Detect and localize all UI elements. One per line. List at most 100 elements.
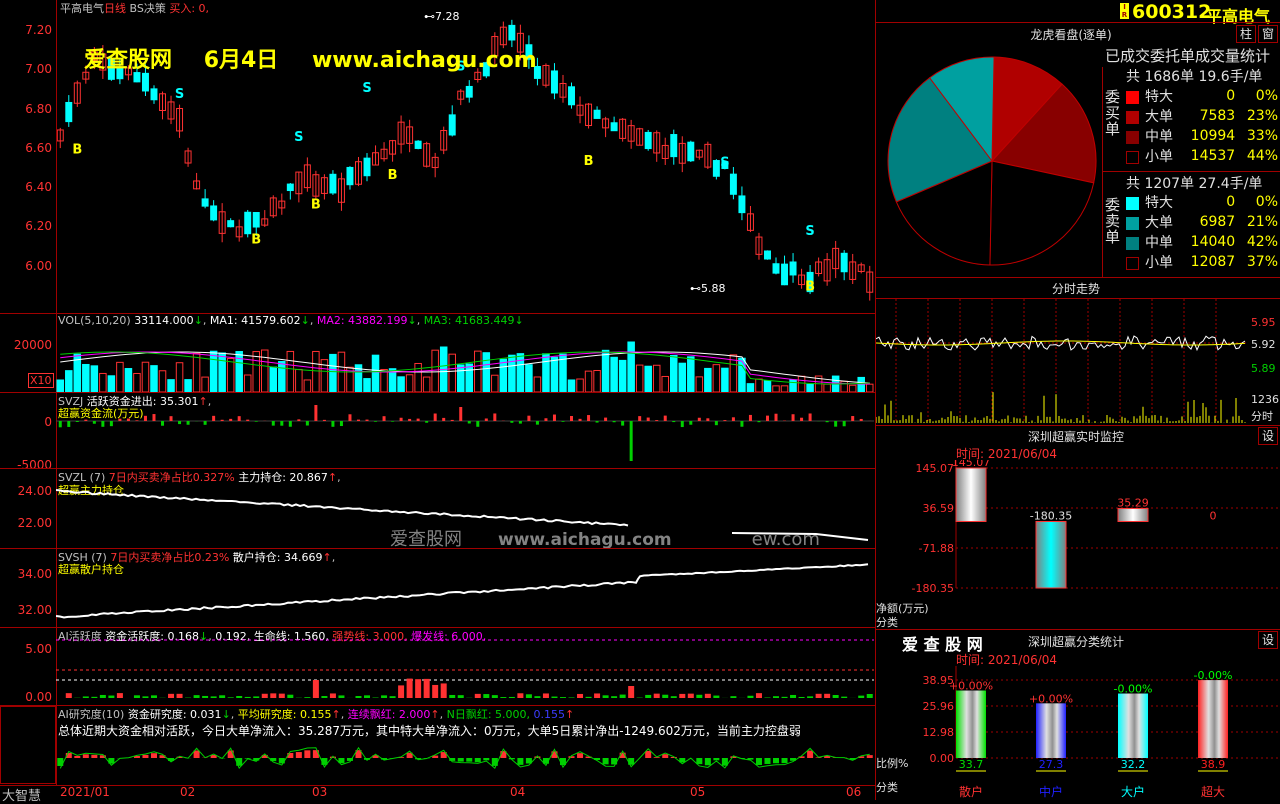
monitor-settings-button[interactable]: 设 xyxy=(1258,427,1278,445)
activity-bar xyxy=(441,683,447,698)
monitor-y-tick: -71.88 xyxy=(919,542,954,555)
ai-active-tick: 5.00 xyxy=(0,642,52,656)
realtime-monitor-panel[interactable]: 深圳超赢实时监控 设 时间: 2021/06/04 145.0736.59-71… xyxy=(876,426,1280,629)
activity-bar xyxy=(628,686,634,698)
activity-bar xyxy=(66,693,72,698)
intraday-title: 分时走势 xyxy=(976,280,1176,297)
research-side-box xyxy=(0,706,56,784)
activity-bar xyxy=(287,695,293,698)
monitor-value: 0 xyxy=(1210,509,1217,522)
monitor-value: -180.35 xyxy=(1030,509,1072,522)
volume-bar xyxy=(790,380,797,392)
activity-bar xyxy=(134,695,140,698)
stats-pct: 37% xyxy=(1237,252,1280,272)
volume-bar xyxy=(142,362,149,392)
volume-bar xyxy=(270,367,277,392)
date-tick: 04 xyxy=(510,785,525,799)
classify-y-tick: 25.96 xyxy=(923,700,955,713)
candle-body xyxy=(713,161,719,177)
research-bar xyxy=(296,752,302,758)
research-bar xyxy=(304,750,310,758)
flow-bar xyxy=(493,413,496,421)
flow-bar xyxy=(127,419,130,421)
activity-bar xyxy=(330,693,336,698)
flow-bar xyxy=(135,420,138,421)
classify-category: 中户 xyxy=(1039,784,1063,799)
volume-bar xyxy=(628,342,635,392)
activity-bar xyxy=(398,685,404,698)
classify-change: +0.00% xyxy=(949,680,993,693)
flow-bar xyxy=(698,418,701,421)
activity-bar xyxy=(756,693,762,698)
volume-bar xyxy=(432,350,439,392)
flow-bar xyxy=(706,418,709,421)
svsh-panel[interactable]: SVSH (7) 7日内买卖净占比0.23% 散户持仓: 34.669↑, 超赢… xyxy=(0,549,875,627)
volume-panel[interactable]: VOL(5,10,20) 33114.000↓, MA1: 41579.602↓… xyxy=(0,314,875,392)
flow-bar xyxy=(229,419,232,421)
classify-settings-button[interactable]: 设 xyxy=(1258,631,1278,649)
activity-bar xyxy=(168,694,174,698)
monitor-bar xyxy=(1036,521,1066,588)
flow-bar xyxy=(544,418,547,421)
volume-bar xyxy=(577,379,584,392)
classify-value: 38.9 xyxy=(1201,758,1226,771)
classify-value: 33.7 xyxy=(959,758,984,771)
flow-bar xyxy=(579,419,582,421)
activity-bar xyxy=(338,695,344,698)
flow-bar xyxy=(366,420,369,421)
svzl-panel[interactable]: SVZL (7) 7日内买卖净占比0.327% 主力持仓: 20.867↑, 超… xyxy=(0,469,875,548)
flow-bar xyxy=(740,421,743,427)
research-bar xyxy=(151,753,157,758)
classify-panel[interactable]: 爱 查 股 网 深圳超赢分类统计 设 时间: 2021/06/04 38.952… xyxy=(876,630,1280,800)
activity-bar xyxy=(747,696,753,698)
window-view-button[interactable]: 窗 xyxy=(1258,25,1278,43)
stats-count: 0 xyxy=(1175,86,1237,106)
main-kline-panel[interactable]: 平高电气日线 BS决策 买入: 0, 7.20 7.00 6.80 6.60 6… xyxy=(0,0,875,313)
flow-bar xyxy=(246,420,249,421)
volume-bar xyxy=(568,380,575,392)
dragon-tiger-panel[interactable]: 龙虎看盘(逐单) 柱 窗 已成交委托单成交量统计 委买单 共 1686单 19.… xyxy=(876,23,1280,277)
flow-bar xyxy=(766,416,769,421)
activity-bar xyxy=(177,694,183,698)
y-tick: 7.00 xyxy=(0,62,52,76)
volume-bar xyxy=(296,369,303,392)
activity-bar xyxy=(355,696,361,698)
intraday-panel[interactable]: 分时走势 5.95 5.92 5.89 1236 分时 xyxy=(876,278,1280,425)
volume-bar xyxy=(824,384,831,392)
activity-bar xyxy=(594,693,600,698)
flow-bar xyxy=(425,421,428,423)
flow-bar xyxy=(485,418,488,421)
svzj-panel[interactable]: SVZJ 活跃资金进出: 35.301↑, 超赢资金流(万元) 0 -5000 xyxy=(0,393,875,468)
activity-bar xyxy=(773,696,779,698)
candle-body xyxy=(466,86,472,97)
activity-bar xyxy=(262,694,268,698)
volume-bar xyxy=(83,364,90,392)
stats-name-cell: 中单 xyxy=(1124,126,1175,146)
intraday-tick: 5.95 xyxy=(1251,316,1276,329)
flow-bar xyxy=(331,421,334,427)
research-bar xyxy=(475,758,481,762)
watermark-url: www.aichagu.com xyxy=(312,48,537,73)
flow-bar xyxy=(187,421,190,425)
activity-bar xyxy=(202,696,208,698)
ai-activity-panel[interactable]: AI活跃度 资金活跃度: 0.168↓, 0.192, 生命线: 1.560, … xyxy=(0,628,875,705)
flow-bar xyxy=(374,421,377,422)
activity-bar xyxy=(688,694,694,698)
volume-bar xyxy=(611,357,618,392)
flow-bar xyxy=(570,416,573,421)
monitor-bar xyxy=(1118,508,1148,521)
legend-swatch xyxy=(1126,257,1139,270)
stock-badge: IR xyxy=(1120,3,1129,19)
flow-bar xyxy=(357,420,360,421)
flow-bar xyxy=(255,421,258,422)
activity-bar xyxy=(449,695,455,698)
activity-bar xyxy=(117,693,123,698)
sell-marker: S xyxy=(362,81,371,96)
volume-bar xyxy=(866,384,873,392)
ai-research-panel[interactable]: AI研究度(10) 资金研究度: 0.031↓, 平均研究度: 0.155↑, … xyxy=(0,706,875,785)
column-view-button[interactable]: 柱 xyxy=(1236,25,1256,43)
flow-bar xyxy=(93,421,96,424)
holding-line xyxy=(56,564,868,617)
volume-bar xyxy=(117,362,124,392)
vol-tick: 20000 xyxy=(0,338,52,352)
